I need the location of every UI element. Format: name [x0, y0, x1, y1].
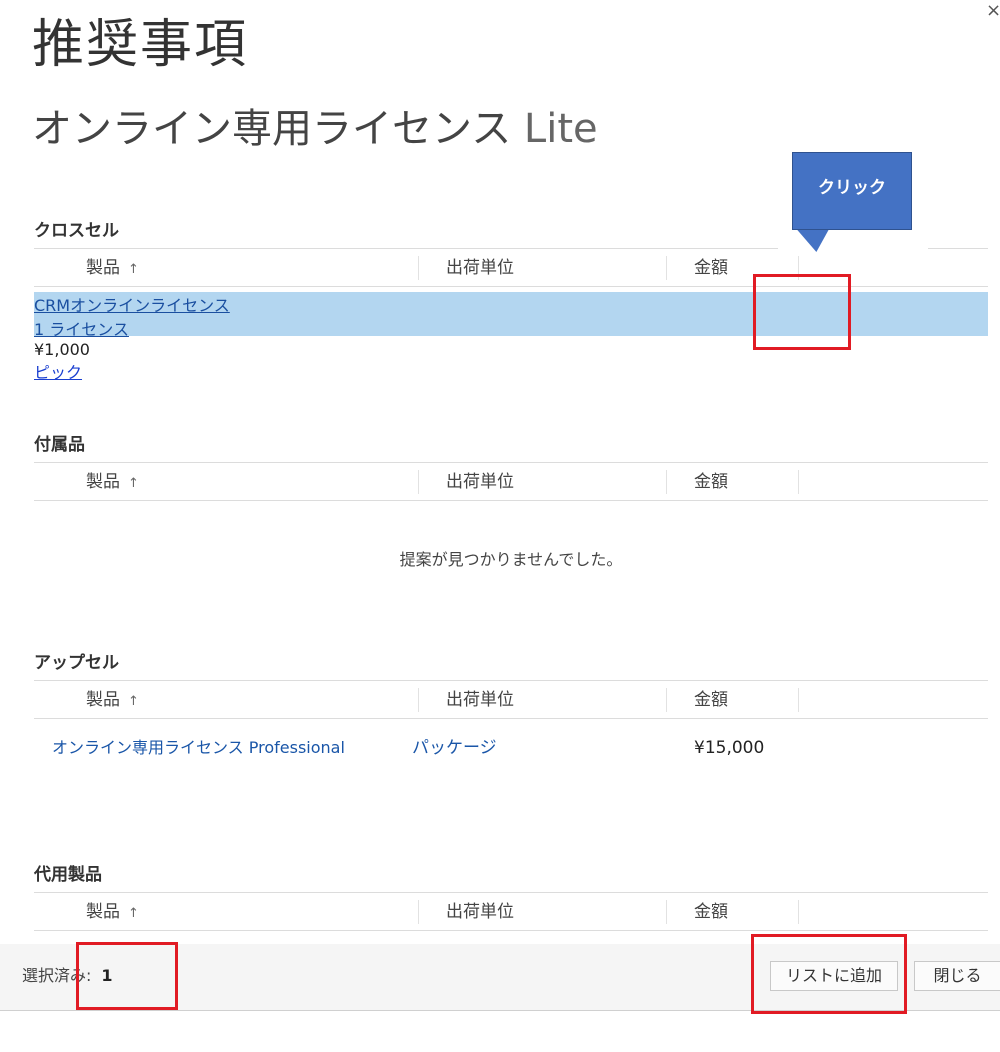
column-separator — [666, 256, 667, 280]
close-button[interactable]: 閉じる — [914, 961, 1000, 991]
column-product[interactable]: 製品 ↑ — [86, 464, 139, 500]
empty-message: 提案が見つかりませんでした。 — [399, 550, 623, 569]
column-product[interactable]: 製品 ↑ — [86, 682, 139, 718]
highlight-box-add-button — [751, 934, 907, 1014]
table-row[interactable]: オンライン専用ライセンス Professional パッケージ ¥15,000 — [34, 726, 988, 770]
column-amount[interactable]: 金額 — [694, 682, 728, 718]
column-separator — [666, 688, 667, 712]
highlight-box-selected-count — [76, 942, 178, 1010]
click-callout: クリック — [792, 152, 912, 230]
sort-arrow-icon: ↑ — [128, 262, 139, 277]
product-edition: Lite — [523, 106, 598, 152]
page-title: 推奨事項 — [32, 15, 249, 75]
product-link[interactable]: オンライン専用ライセンス Professional — [52, 726, 345, 770]
column-separator — [666, 900, 667, 924]
pick-link[interactable]: ピック — [34, 363, 82, 382]
sort-arrow-icon: ↑ — [128, 694, 139, 709]
sort-arrow-icon: ↑ — [128, 906, 139, 921]
section-title-upsell: アップセル — [34, 653, 119, 673]
column-product-label: 製品 — [86, 258, 120, 278]
column-separator — [418, 688, 419, 712]
column-unit[interactable]: 出荷単位 — [446, 250, 514, 286]
header-divider — [34, 718, 988, 719]
column-unit[interactable]: 出荷単位 — [446, 682, 514, 718]
column-separator — [418, 900, 419, 924]
amount-value: ¥15,000 — [694, 738, 765, 758]
column-unit[interactable]: 出荷単位 — [446, 894, 514, 930]
column-header-substitutes: 製品 ↑ 出荷単位 金額 — [34, 894, 988, 930]
header-divider — [34, 500, 988, 501]
column-product-label: 製品 — [86, 902, 120, 922]
column-separator — [418, 256, 419, 280]
product-link[interactable]: CRMオンラインライセンス — [34, 296, 230, 315]
header-divider — [34, 930, 988, 931]
column-amount[interactable]: 金額 — [694, 464, 728, 500]
column-amount[interactable]: 金額 — [694, 250, 728, 286]
column-amount[interactable]: 金額 — [694, 894, 728, 930]
unit-link[interactable]: パッケージ — [412, 726, 497, 770]
section-title-cross-sell: クロスセル — [34, 221, 119, 241]
column-header-upsell: 製品 ↑ 出荷単位 金額 — [34, 682, 988, 718]
column-unit[interactable]: 出荷単位 — [446, 464, 514, 500]
close-icon[interactable]: × — [986, 0, 1000, 21]
product-name-text: オンライン専用ライセンス — [32, 106, 512, 152]
header-divider — [34, 680, 988, 681]
unit-link[interactable]: 1 ライセンス — [34, 320, 129, 339]
column-separator — [666, 470, 667, 494]
column-product[interactable]: 製品 ↑ — [86, 250, 139, 286]
section-title-accessories: 付属品 — [34, 435, 85, 455]
column-product-label: 製品 — [86, 690, 120, 710]
product-name: オンライン専用ライセンス Lite — [32, 96, 598, 154]
header-divider — [34, 462, 988, 463]
header-divider — [34, 892, 988, 893]
highlight-box-pick — [753, 274, 851, 350]
section-title-substitutes: 代用製品 — [34, 865, 102, 885]
sort-arrow-icon: ↑ — [128, 476, 139, 491]
column-product-label: 製品 — [86, 472, 120, 492]
column-separator — [798, 900, 799, 924]
column-product[interactable]: 製品 ↑ — [86, 894, 139, 930]
column-header-accessories: 製品 ↑ 出荷単位 金額 — [34, 464, 988, 500]
column-separator — [418, 470, 419, 494]
column-separator — [798, 688, 799, 712]
column-separator — [798, 470, 799, 494]
